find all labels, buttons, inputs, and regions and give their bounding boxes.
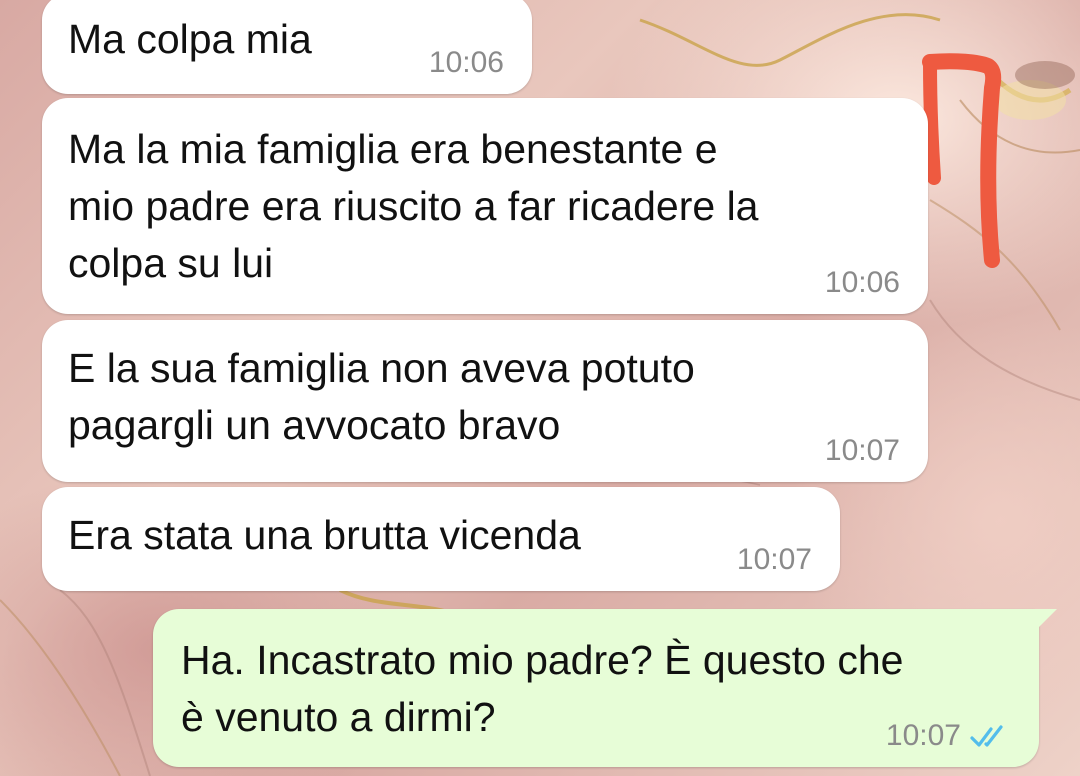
message-bubble-incoming[interactable]: Era stata una brutta vicenda 10:07 [42, 487, 840, 591]
message-timestamp: 10:06 [824, 266, 900, 299]
message-timestamp: 10:07 [885, 719, 961, 752]
message-bubble-incoming[interactable]: Ma la mia famiglia era benestante e mio … [42, 98, 928, 314]
message-text: Ma la mia famiglia era benestante e mio … [68, 126, 759, 286]
message-text: Era stata una brutta vicenda [68, 512, 581, 558]
message-timestamp: 10:06 [428, 46, 504, 79]
bubble-tail [1031, 609, 1057, 635]
message-timestamp: 10:07 [736, 543, 812, 576]
double-check-icon [970, 725, 1003, 747]
handwritten-seven-mark [922, 53, 1002, 268]
message-timestamp: 10:07 [824, 434, 900, 467]
message-text: E la sua famiglia non aveva potuto pagar… [68, 345, 695, 448]
message-bubble-incoming[interactable]: Ma colpa mia 10:06 [42, 0, 532, 94]
message-bubble-outgoing[interactable]: Ha. Incastrato mio padre? È questo che è… [153, 609, 1057, 767]
message-bubble-incoming[interactable]: E la sua famiglia non aveva potuto pagar… [42, 320, 928, 482]
